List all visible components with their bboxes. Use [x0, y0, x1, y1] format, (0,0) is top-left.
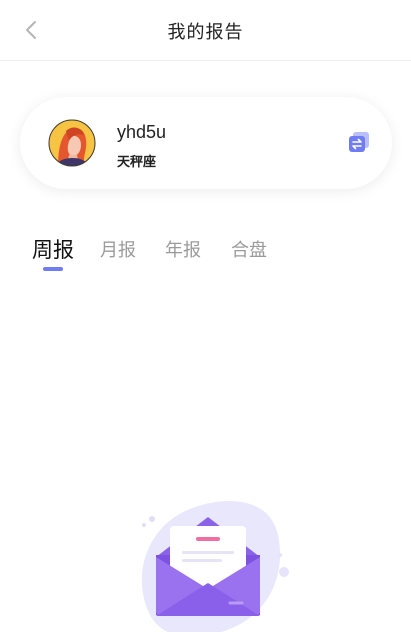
switch-profile-button[interactable]: [347, 130, 371, 154]
tab-weekly[interactable]: 周报: [32, 234, 74, 264]
tab-yearly[interactable]: 年报: [165, 236, 201, 262]
profile-card[interactable]: yhd5u 天秤座: [20, 97, 392, 189]
envelope-letter-icon: [141, 501, 289, 637]
tab-synastry[interactable]: 合盘: [231, 236, 267, 262]
empty-state-illustration: [130, 495, 300, 637]
page-title: 我的报告: [167, 22, 244, 42]
avatar[interactable]: [48, 119, 96, 167]
active-tab-indicator: [43, 267, 63, 271]
tab-monthly[interactable]: 月报: [100, 236, 136, 262]
swap-arrows-icon: [349, 132, 369, 152]
username: yhd5u: [117, 122, 167, 142]
avatar-illustration: [48, 119, 96, 167]
top-navigation-bar: 我的报告: [0, 0, 411, 61]
zodiac-sign: 天秤座: [117, 154, 157, 169]
